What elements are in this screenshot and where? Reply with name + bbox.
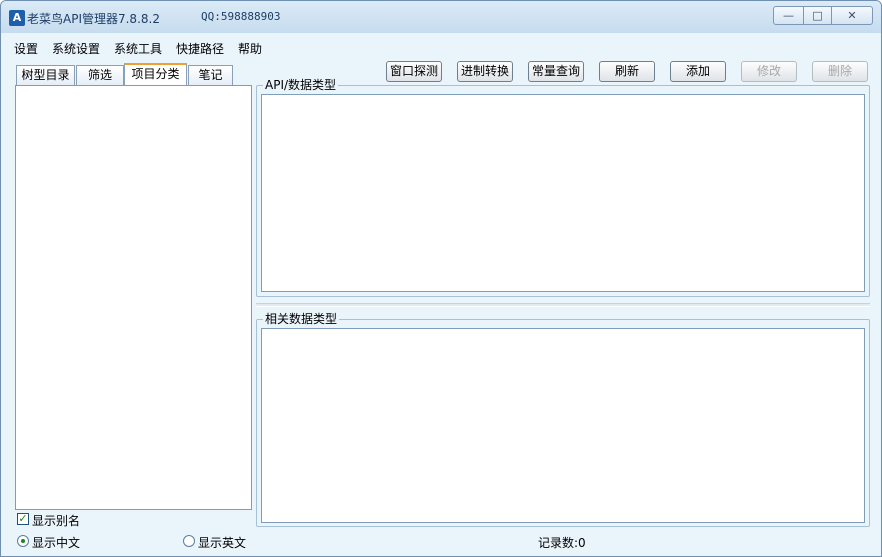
menu-system-tools[interactable]: 系统工具 (114, 40, 162, 57)
show-chinese-label[interactable]: 显示中文 (32, 534, 80, 551)
refresh-button[interactable]: 刷新 (599, 61, 655, 82)
title-bar[interactable]: A 老菜鸟API管理器7.8.8.2 QQ:598888903 — □ ✕ (1, 1, 881, 33)
menu-settings[interactable]: 设置 (14, 40, 38, 57)
constant-query-button[interactable]: 常量查询 (528, 61, 584, 82)
splitter[interactable] (256, 303, 870, 307)
app-logo-icon: A (9, 10, 25, 26)
related-types-list[interactable] (261, 328, 865, 523)
check-icon: ✓ (18, 512, 28, 525)
tab-tree-directory[interactable]: 树型目录 (16, 65, 75, 86)
minimize-icon: — (783, 9, 794, 22)
window-detect-button[interactable]: 窗口探测 (386, 61, 442, 82)
base-convert-button[interactable]: 进制转换 (457, 61, 513, 82)
show-alias-label[interactable]: 显示别名 (32, 512, 80, 529)
tab-project-category[interactable]: 项目分类 (124, 63, 187, 86)
api-types-list[interactable] (261, 94, 865, 292)
add-button[interactable]: 添加 (670, 61, 726, 82)
show-english-label[interactable]: 显示英文 (198, 534, 246, 551)
menu-shortcut-paths[interactable]: 快捷路径 (176, 40, 224, 57)
menu-bar: 设置 系统设置 系统工具 快捷路径 帮助 (1, 37, 881, 57)
maximize-icon: □ (812, 9, 823, 22)
show-alias-checkbox[interactable]: ✓ (17, 513, 29, 525)
show-english-radio[interactable] (183, 535, 195, 547)
api-types-label: API/数据类型 (263, 78, 339, 92)
menu-system-settings[interactable]: 系统设置 (52, 40, 100, 57)
radio-selected-icon (21, 539, 25, 543)
category-list[interactable] (15, 85, 252, 510)
maximize-button[interactable]: □ (803, 6, 832, 25)
close-button[interactable]: ✕ (831, 6, 873, 25)
close-icon: ✕ (847, 9, 857, 22)
tab-notes[interactable]: 笔记 (188, 65, 233, 86)
record-count: 记录数:0 (538, 536, 586, 550)
api-types-group: API/数据类型 (256, 78, 870, 297)
edit-button[interactable]: 修改 (741, 61, 797, 82)
related-types-group: 相关数据类型 (256, 312, 870, 527)
minimize-button[interactable]: — (773, 6, 804, 25)
app-window: A 老菜鸟API管理器7.8.8.2 QQ:598888903 — □ ✕ 设置… (0, 0, 882, 557)
related-types-label: 相关数据类型 (263, 312, 340, 326)
tab-filter[interactable]: 筛选 (76, 65, 124, 86)
menu-help[interactable]: 帮助 (238, 40, 262, 57)
show-chinese-radio[interactable] (17, 535, 29, 547)
window-title: 老菜鸟API管理器7.8.8.2 (27, 12, 160, 26)
delete-button[interactable]: 删除 (812, 61, 868, 82)
window-qq: QQ:598888903 (201, 10, 281, 23)
